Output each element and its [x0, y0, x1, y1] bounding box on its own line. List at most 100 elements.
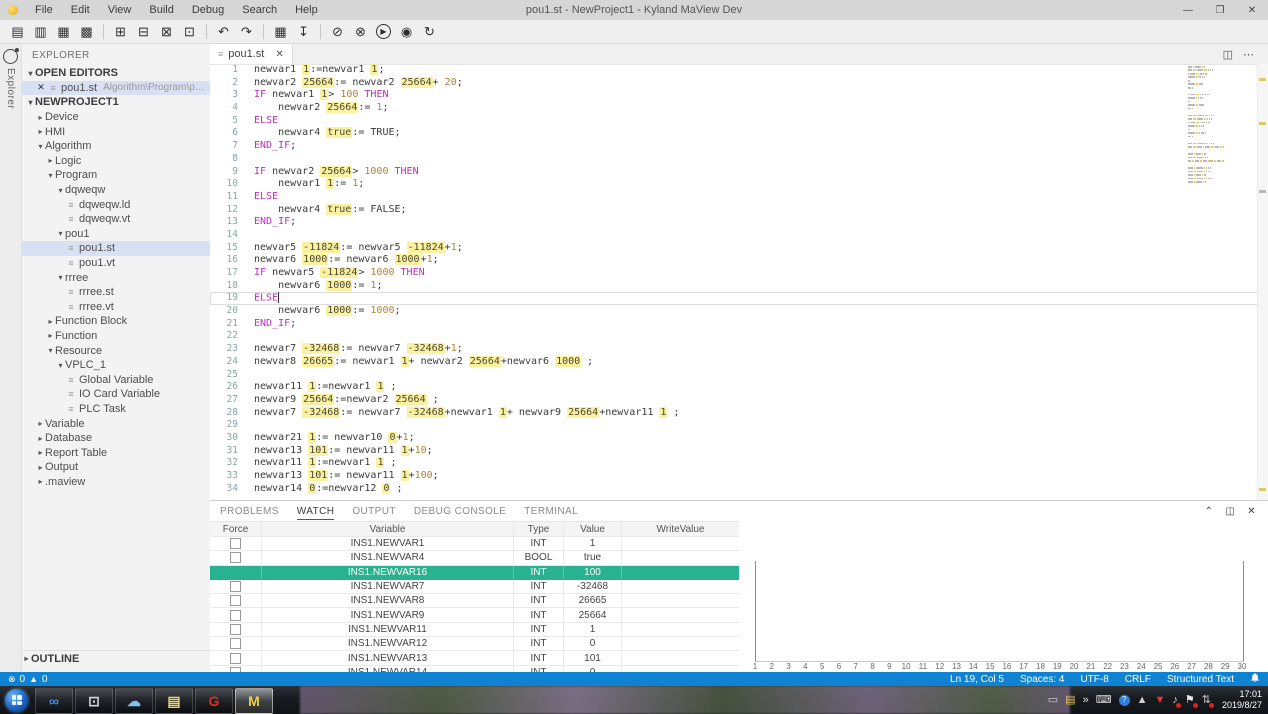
tree-item-plc-task[interactable]: ≡PLC Task — [22, 402, 210, 417]
write-value-cell[interactable] — [622, 537, 739, 550]
save-all-icon[interactable]: ▩ — [75, 22, 98, 42]
open-project-icon[interactable]: ▥ — [29, 22, 52, 42]
code-editor[interactable]: 1newvar1 1:=newvar1 1;2newvar2 25664:= n… — [210, 64, 1258, 500]
code-line-32[interactable]: 32newvar11 1:=newvar1 1 ; — [210, 457, 1258, 470]
code-line-21[interactable]: 21END_IF; — [210, 318, 1258, 331]
watch-row-ins1.newvar13[interactable]: INS1.NEWVAR13INT101 — [210, 651, 739, 665]
status-item-structured-text[interactable]: Structured Text — [1167, 674, 1234, 685]
code-line-29[interactable]: 29 — [210, 419, 1258, 432]
code-line-8[interactable]: 8 — [210, 153, 1258, 166]
redo-icon[interactable]: ↷ — [235, 22, 258, 42]
force-checkbox[interactable] — [230, 624, 241, 635]
outline-section-header[interactable]: ▸ OUTLINE — [22, 650, 210, 666]
online-icon[interactable]: ⊘ — [326, 22, 349, 42]
save-icon[interactable]: ▦ — [52, 22, 75, 42]
windows-start-button[interactable] — [5, 689, 28, 712]
panel-tab-terminal[interactable]: TERMINAL — [524, 506, 578, 517]
code-line-13[interactable]: 13END_IF; — [210, 216, 1258, 229]
force-checkbox[interactable] — [230, 610, 241, 621]
tree-item-function-block[interactable]: ▸Function Block — [22, 314, 210, 329]
force-checkbox[interactable] — [230, 638, 241, 649]
panel-tab-output[interactable]: OUTPUT — [352, 506, 396, 517]
offline-icon[interactable]: ⊗ — [349, 22, 372, 42]
code-line-16[interactable]: 16newvar6 1000:= newvar6 1000+1; — [210, 254, 1258, 267]
minimize-button[interactable]: — — [1172, 0, 1204, 20]
antivirus-icon[interactable]: ▼ — [1154, 695, 1165, 706]
monitor-table-icon[interactable]: ⊡ — [178, 22, 201, 42]
watch-row-ins1.newvar16[interactable]: INS1.NEWVAR16INT100 — [210, 566, 739, 580]
force-checkbox[interactable] — [230, 653, 241, 664]
code-line-25[interactable]: 25 — [210, 369, 1258, 382]
menu-edit[interactable]: Edit — [62, 1, 99, 19]
close-tab-icon[interactable]: ✕ — [275, 49, 283, 60]
force-checkbox[interactable] — [230, 595, 241, 606]
code-line-15[interactable]: 15newvar5 -11824:= newvar5 -11824+1; — [210, 242, 1258, 255]
code-line-1[interactable]: 1newvar1 1:=newvar1 1; — [210, 64, 1258, 77]
keyboard-layout-icon[interactable]: ⌨ — [1096, 695, 1112, 706]
code-line-18[interactable]: 18 newvar6 1000:= 1; — [210, 280, 1258, 293]
write-value-cell[interactable] — [622, 566, 739, 579]
run-icon[interactable]: ▶ — [372, 22, 395, 42]
section-open-editors[interactable]: ▾OPEN EDITORS — [22, 66, 210, 81]
monitor-add-icon[interactable]: ⊟ — [132, 22, 155, 42]
menu-file[interactable]: File — [26, 1, 62, 19]
panel-tab-watch[interactable]: WATCH — [297, 506, 335, 520]
action-center-flag-icon[interactable]: ⚑ — [1185, 695, 1195, 706]
status-item-ln-19-col-5[interactable]: Ln 19, Col 5 — [950, 674, 1004, 685]
monitor-build-icon[interactable]: ⊠ — [155, 22, 178, 42]
tree-item-global-variable[interactable]: ≡Global Variable — [22, 372, 210, 387]
undo-icon[interactable]: ↶ — [212, 22, 235, 42]
tree-item-dqweqw.vt[interactable]: ≡dqweqw.vt — [22, 212, 210, 227]
code-line-10[interactable]: 10 newvar1 1:= 1; — [210, 178, 1258, 191]
panel-layout-icon[interactable]: ◫ — [1225, 506, 1235, 517]
column-header-writevalue[interactable]: WriteValue — [622, 522, 739, 536]
new-file-icon[interactable]: ▤ — [6, 22, 29, 42]
tree-item-dqweqw[interactable]: ▾dqweqw — [22, 183, 210, 198]
code-line-11[interactable]: 11ELSE — [210, 191, 1258, 204]
watch-row-ins1.newvar1[interactable]: INS1.NEWVAR1INT1 — [210, 537, 739, 551]
maximize-panel-icon[interactable]: ⌃ — [1205, 506, 1214, 517]
menu-search[interactable]: Search — [233, 1, 286, 19]
code-line-22[interactable]: 22 — [210, 330, 1258, 343]
tree-item-dqweqw.ld[interactable]: ≡dqweqw.ld — [22, 197, 210, 212]
menu-help[interactable]: Help — [286, 1, 327, 19]
code-line-12[interactable]: 12 newvar4 true:= FALSE; — [210, 204, 1258, 217]
taskbar-app-security-tool[interactable]: ⊡ — [75, 688, 113, 714]
code-line-4[interactable]: 4 newvar2 25664:= 1; — [210, 102, 1258, 115]
watch-row-ins1.newvar4[interactable]: INS1.NEWVAR4BOOLtrue — [210, 551, 739, 565]
tree-item-pou1.vt[interactable]: ≡pou1.vt — [22, 256, 210, 271]
tree-item-pou1.st[interactable]: ≡pou1.st — [22, 241, 210, 256]
watch-row-ins1.newvar11[interactable]: INS1.NEWVAR11INT1 — [210, 623, 739, 637]
code-line-24[interactable]: 24newvar8 26665:= newvar1 1+ newvar2 256… — [210, 356, 1258, 369]
write-value-cell[interactable] — [622, 637, 739, 650]
tree-item-report-table[interactable]: ▸Report Table — [22, 445, 210, 460]
stop-icon[interactable]: ◉ — [395, 22, 418, 42]
close-panel-icon[interactable]: ✕ — [1247, 506, 1256, 517]
taskbar-app-g-tool[interactable]: G — [195, 688, 233, 714]
editor-scrollbar[interactable] — [1257, 64, 1268, 500]
tray-overflow-chevron[interactable]: » — [1083, 695, 1089, 706]
download-to-device-icon[interactable]: ↧ — [292, 22, 315, 42]
tree-item-output[interactable]: ▸Output — [22, 460, 210, 475]
menu-view[interactable]: View — [99, 1, 141, 19]
tree-item-pou1.st[interactable]: ✕≡pou1.stAlgorithm\Program\pou1 — [22, 81, 210, 96]
tree-item-variable[interactable]: ▸Variable — [22, 416, 210, 431]
code-line-20[interactable]: 20 newvar6 1000:= 1000; — [210, 305, 1258, 318]
code-line-2[interactable]: 2newvar2 25664:= newvar2 25664+ 20; — [210, 77, 1258, 90]
code-line-5[interactable]: 5ELSE — [210, 115, 1258, 128]
tree-item-database[interactable]: ▸Database — [22, 431, 210, 446]
write-value-cell[interactable] — [622, 580, 739, 593]
minimap[interactable] — [1188, 66, 1224, 184]
tree-item-rrree[interactable]: ▾rrree — [22, 270, 210, 285]
code-line-34[interactable]: 34newvar14 0:=newvar12 0 ; — [210, 483, 1258, 496]
code-line-17[interactable]: 17IF newvar5 -11824> 1000 THEN — [210, 267, 1258, 280]
taskbar-app-visual-studio[interactable]: ∞ — [35, 688, 73, 714]
code-line-3[interactable]: 3IF newvar1 1> 100 THEN — [210, 89, 1258, 102]
blocks-icon[interactable]: ⊞ — [109, 22, 132, 42]
usb-eject-icon[interactable]: ▲ — [1137, 695, 1148, 706]
tree-item-hmi[interactable]: ▸HMI — [22, 124, 210, 139]
split-editor-icon[interactable]: ◫ — [1223, 48, 1233, 61]
memory-grid-icon[interactable]: ▦ — [269, 22, 292, 42]
tray-folder-icon[interactable]: ▤ — [1065, 695, 1075, 706]
taskbar-app-file-manager[interactable]: ▤ — [155, 688, 193, 714]
